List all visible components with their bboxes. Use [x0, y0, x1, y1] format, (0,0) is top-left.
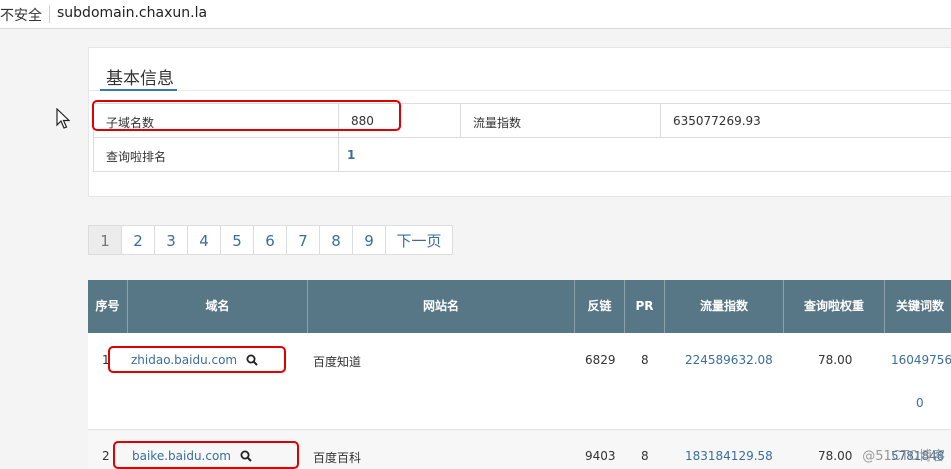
- row-index: 2: [102, 449, 110, 463]
- next-page-button[interactable]: 下一页: [385, 225, 453, 255]
- row-traffic-link[interactable]: 183184129.58: [685, 449, 773, 463]
- page-4-button[interactable]: 4: [187, 225, 221, 255]
- traffic-index-value: 635077269.93: [673, 114, 761, 128]
- browser-address-bar[interactable]: 不安全 subdomain.chaxun.la: [0, 0, 951, 29]
- row-keywords-link[interactable]: 16049756: [891, 353, 951, 367]
- header-pr: PR: [625, 280, 665, 333]
- header-backlinks: 反链: [575, 280, 625, 333]
- table-header: 序号 域名 网站名 反链 PR 流量指数 查询啦权重 关键词数: [88, 280, 951, 333]
- url-text[interactable]: subdomain.chaxun.la: [57, 5, 207, 21]
- security-indicator[interactable]: 不安全: [0, 5, 42, 25]
- panel-title: 基本信息: [106, 69, 174, 89]
- page-3-button[interactable]: 3: [154, 225, 188, 255]
- highlight-box-subdomain-count: [92, 100, 401, 131]
- row-pr: 8: [641, 353, 649, 367]
- header-keywords: 关键词数: [895, 299, 944, 313]
- page-8-button[interactable]: 8: [319, 225, 353, 255]
- traffic-index-label: 流量指数: [473, 116, 522, 130]
- rank-value[interactable]: 1: [347, 148, 355, 162]
- header-weight: 查询啦权重: [784, 280, 885, 333]
- header-traffic-index: 流量指数: [665, 280, 784, 333]
- highlight-box-domain-2: [113, 441, 299, 469]
- traffic-index-label-cell: 流量指数: [460, 103, 661, 138]
- highlight-box-domain-1: [108, 346, 286, 373]
- page-1-button[interactable]: 1: [88, 225, 122, 255]
- panel-title-underline: [100, 89, 177, 91]
- header-index: 序号: [88, 280, 128, 333]
- row-weight: 78.00: [818, 449, 853, 463]
- pagination: 1 2 3 4 5 6 7 8 9 下一页: [88, 225, 453, 255]
- page-6-button[interactable]: 6: [253, 225, 287, 255]
- row-weight: 78.00: [818, 353, 853, 367]
- address-separator: [49, 5, 50, 23]
- row-pr: 8: [641, 449, 649, 463]
- rank-value-cell: 1: [338, 137, 951, 172]
- page-2-button[interactable]: 2: [121, 225, 155, 255]
- row-backlinks: 6829: [585, 353, 616, 367]
- rank-label: 查询啦排名: [106, 150, 167, 164]
- header-domain: 域名: [128, 280, 308, 333]
- mouse-cursor-icon: [56, 108, 70, 129]
- row-traffic-link[interactable]: 224589632.08: [685, 353, 773, 367]
- row-site-name: 百度百科: [313, 451, 362, 465]
- page-7-button[interactable]: 7: [286, 225, 320, 255]
- row-keywords-wrap[interactable]: 0: [916, 396, 924, 410]
- rank-label-cell: 查询啦排名: [93, 137, 339, 172]
- watermark: @51CTO博客: [862, 449, 945, 464]
- header-site-name: 网站名: [308, 280, 575, 333]
- page-5-button[interactable]: 5: [220, 225, 254, 255]
- row-site-name: 百度知道: [313, 355, 362, 369]
- panel-divider: [89, 90, 951, 91]
- row-backlinks: 9403: [585, 449, 616, 463]
- page-9-button[interactable]: 9: [352, 225, 386, 255]
- traffic-index-value-cell: 635077269.93: [660, 103, 951, 138]
